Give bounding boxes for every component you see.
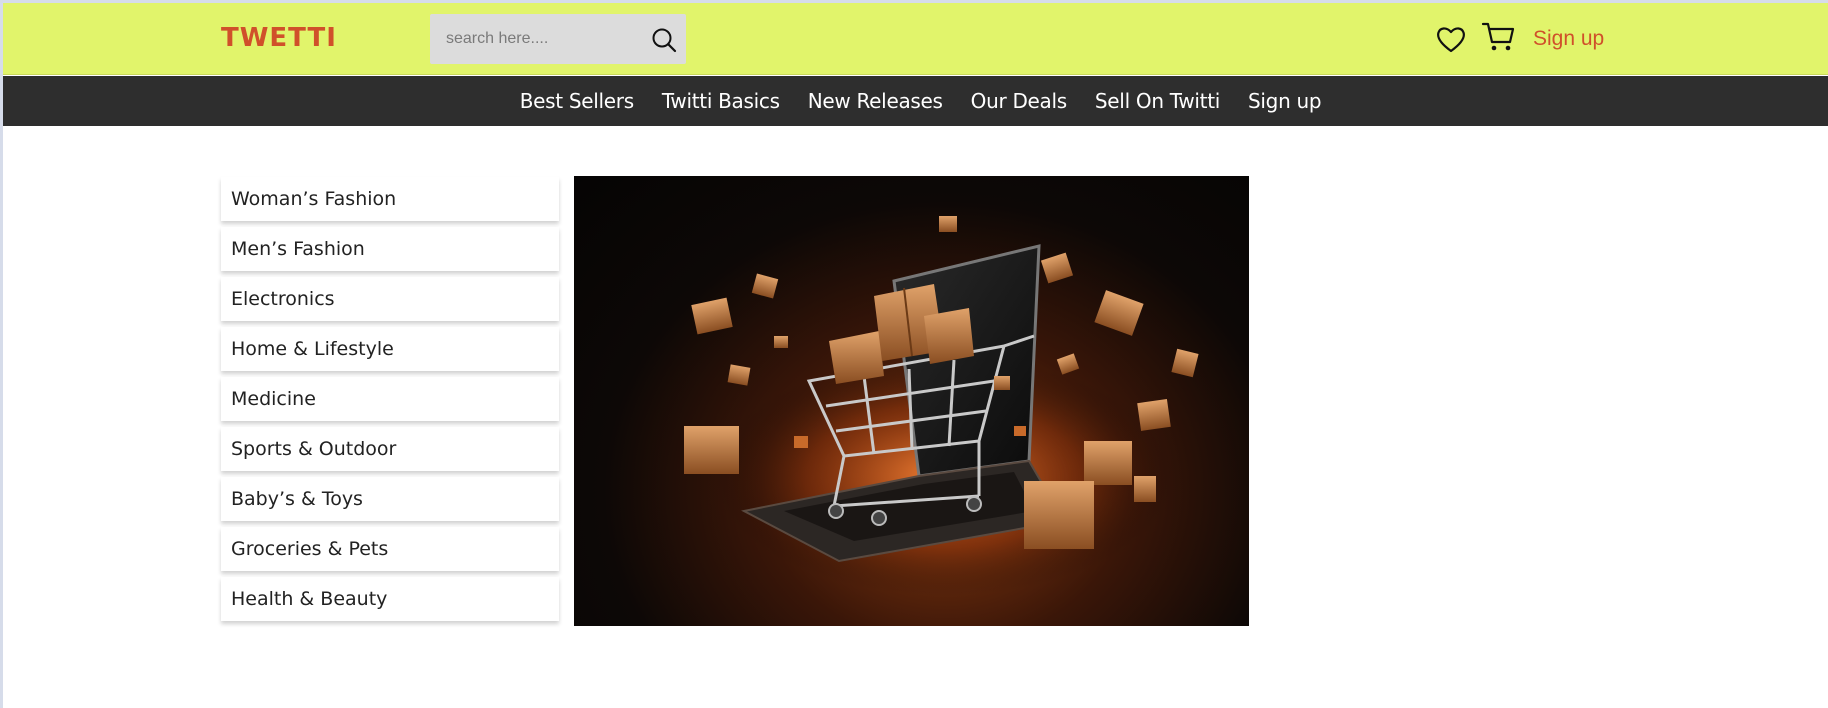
nav-our-deals[interactable]: Our Deals (971, 89, 1068, 113)
page: TWETTI Sign up Best (0, 0, 1828, 708)
nav-twitti-basics[interactable]: Twitti Basics (662, 89, 780, 113)
category-sports-outdoor[interactable]: Sports & Outdoor (221, 427, 559, 471)
search-box (430, 14, 686, 64)
category-electronics[interactable]: Electronics (221, 277, 559, 321)
category-womans-fashion[interactable]: Woman’s Fashion (221, 177, 559, 221)
nav-new-releases[interactable]: New Releases (808, 89, 943, 113)
category-babys-toys[interactable]: Baby’s & Toys (221, 477, 559, 521)
category-groceries-pets[interactable]: Groceries & Pets (221, 527, 559, 571)
category-medicine[interactable]: Medicine (221, 377, 559, 421)
heart-icon[interactable] (1435, 23, 1467, 55)
signup-link[interactable]: Sign up (1533, 27, 1604, 51)
category-health-beauty[interactable]: Health & Beauty (221, 577, 559, 621)
category-mens-fashion[interactable]: Men’s Fashion (221, 227, 559, 271)
hero-banner[interactable] (574, 176, 1249, 626)
main-nav: Best Sellers Twitti Basics New Releases … (3, 76, 1828, 126)
category-home-lifestyle[interactable]: Home & Lifestyle (221, 327, 559, 371)
search-input[interactable] (430, 14, 640, 64)
hero-illustration (684, 216, 1199, 596)
nav-best-sellers[interactable]: Best Sellers (520, 89, 634, 113)
logo[interactable]: TWETTI (221, 23, 337, 53)
search-icon[interactable] (650, 26, 678, 54)
cart-icon[interactable] (1481, 19, 1517, 55)
category-list: Woman’s Fashion Men’s Fashion Electronic… (221, 177, 559, 627)
nav-sign-up[interactable]: Sign up (1248, 89, 1322, 113)
top-bar: TWETTI Sign up (3, 3, 1828, 75)
nav-sell-on-twitti[interactable]: Sell On Twitti (1095, 89, 1220, 113)
